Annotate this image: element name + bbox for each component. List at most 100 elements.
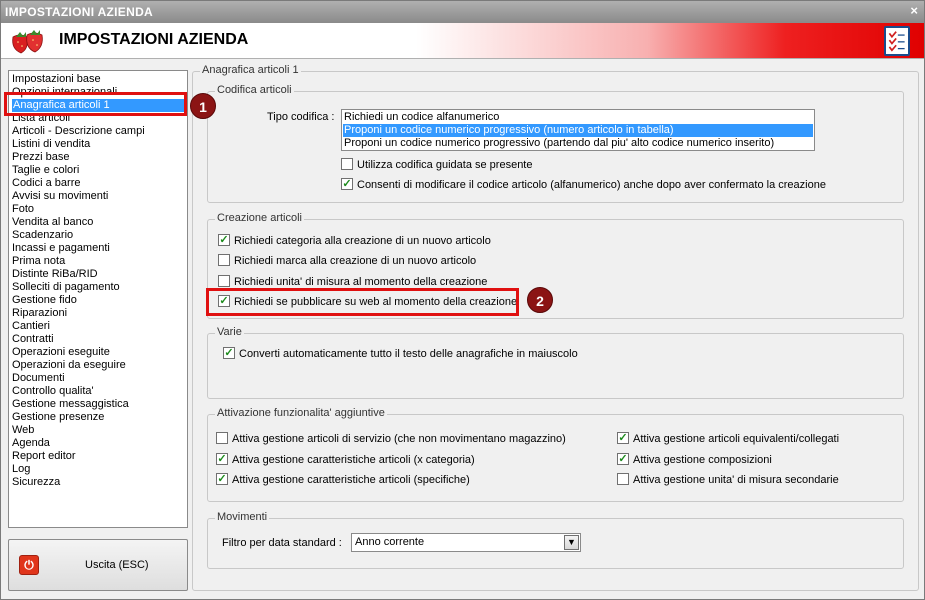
tipo-codifica-option[interactable]: Proponi un codice numerico progressivo (…: [343, 124, 813, 137]
checkbox-label: Converti automaticamente tutto il testo …: [239, 348, 578, 360]
attivazione-legend: Attivazione funzionalita' aggiuntive: [215, 407, 387, 419]
sidebar-item[interactable]: Agenda: [12, 437, 50, 450]
power-icon: ⏻: [19, 555, 39, 575]
sidebar-item[interactable]: Gestione messaggistica: [12, 398, 129, 411]
maiuscolo-checkbox[interactable]: ✓ Converti automaticamente tutto il testo…: [223, 347, 578, 361]
sidebar-item[interactable]: Vendita al banco: [12, 216, 93, 229]
articoli-servizio-checkbox[interactable]: Attiva gestione articoli di servizio (ch…: [216, 432, 566, 446]
checkbox-box[interactable]: [218, 254, 230, 267]
tipo-codifica-option[interactable]: Proponi un codice numerico progressivo (…: [343, 137, 813, 150]
checkbox-label: Richiedi categoria alla creazione di un …: [234, 235, 491, 247]
composizioni-checkbox[interactable]: ✓ Attiva gestione composizioni: [617, 453, 772, 467]
sidebar-item[interactable]: Articoli - Descrizione campi: [12, 125, 145, 138]
sidebar-item[interactable]: Listini di vendita: [12, 138, 90, 151]
sidebar-item[interactable]: Foto: [12, 203, 34, 216]
checkbox-label: Attiva gestione articoli di servizio (ch…: [232, 433, 566, 445]
checkbox-label: Attiva gestione unita' di misura seconda…: [633, 474, 839, 486]
sidebar-item[interactable]: Scadenzario: [12, 229, 73, 242]
creazione-legend: Creazione articoli: [215, 212, 304, 224]
check-icon: ✓: [219, 234, 229, 247]
sidebar-item[interactable]: Solleciti di pagamento: [12, 281, 120, 294]
consenti-modifica-checkbox[interactable]: ✓ Consenti di modificare il codice artico…: [341, 178, 826, 192]
richiedi-unita-checkbox[interactable]: Richiedi unita' di misura al momento del…: [218, 275, 487, 289]
sidebar-item[interactable]: Documenti: [12, 372, 65, 385]
checkbox-box[interactable]: ✓: [216, 453, 228, 466]
check-icon: ✓: [342, 178, 352, 191]
sidebar-item[interactable]: Taglie e colori: [12, 164, 79, 177]
highlight-web-checkbox: [206, 288, 519, 316]
exit-button[interactable]: ⏻ Uscita (ESC): [8, 539, 188, 591]
sidebar-item[interactable]: Codici a barre: [12, 177, 80, 190]
sidebar-item[interactable]: Gestione fido: [12, 294, 77, 307]
annotation-badge-2: 2: [527, 287, 553, 313]
exit-button-label: Uscita (ESC): [85, 559, 149, 571]
sidebar-item[interactable]: Riparazioni: [12, 307, 67, 320]
checkbox-box[interactable]: ✓: [223, 347, 235, 360]
tipo-codifica-label: Tipo codifica :: [267, 111, 335, 123]
caratteristiche-categoria-checkbox[interactable]: ✓ Attiva gestione caratteristiche articol…: [216, 453, 475, 467]
articoli-equivalenti-checkbox[interactable]: ✓ Attiva gestione articoli equivalenti/co…: [617, 432, 839, 446]
checkbox-box[interactable]: ✓: [617, 453, 629, 466]
sidebar-item[interactable]: Operazioni da eseguire: [12, 359, 126, 372]
sidebar-item[interactable]: Sicurezza: [12, 476, 60, 489]
checkbox-label: Attiva gestione articoli equivalenti/col…: [633, 433, 840, 445]
sidebar-item[interactable]: Web: [12, 424, 34, 437]
richiedi-categoria-checkbox[interactable]: ✓ Richiedi categoria alla creazione di un…: [218, 234, 491, 248]
checkbox-box[interactable]: [216, 432, 228, 445]
varie-legend: Varie: [215, 326, 244, 338]
checkbox-label: Attiva gestione composizioni: [633, 454, 772, 466]
checkbox-label: Attiva gestione caratteristiche articoli…: [232, 474, 470, 486]
tipo-codifica-option[interactable]: Richiedi un codice alfanumerico: [343, 111, 813, 124]
close-icon[interactable]: ×: [910, 3, 918, 18]
caratteristiche-specifiche-checkbox[interactable]: ✓ Attiva gestione caratteristiche articol…: [216, 473, 470, 487]
sidebar-item[interactable]: Distinte RiBa/RID: [12, 268, 98, 281]
checkbox-label: Utilizza codifica guidata se presente: [357, 159, 533, 171]
checkbox-box[interactable]: ✓: [218, 234, 230, 247]
filtro-data-value: Anno corrente: [355, 536, 425, 548]
sidebar-item[interactable]: Gestione presenze: [12, 411, 104, 424]
checkbox-box[interactable]: [218, 275, 230, 288]
window-title: IMPOSTAZIONI AZIENDA: [5, 5, 153, 19]
checkbox-box[interactable]: [617, 473, 629, 486]
sidebar-item[interactable]: Avvisi su movimenti: [12, 190, 108, 203]
sidebar-item[interactable]: Controllo qualita': [12, 385, 94, 398]
sidebar-item[interactable]: Report editor: [12, 450, 76, 463]
codifica-guidata-checkbox[interactable]: Utilizza codifica guidata se presente: [341, 158, 532, 172]
checkbox-box[interactable]: [341, 158, 353, 171]
checkbox-box[interactable]: ✓: [216, 473, 228, 486]
checkbox-box[interactable]: ✓: [617, 432, 629, 445]
checkbox-label: Richiedi unita' di misura al momento del…: [234, 276, 488, 288]
checkbox-label: Attiva gestione caratteristiche articoli…: [232, 454, 475, 466]
header-banner: IMPOSTAZIONI AZIENDA: [1, 23, 924, 59]
sidebar-item[interactable]: Prima nota: [12, 255, 65, 268]
sidebar-item[interactable]: Prezzi base: [12, 151, 69, 164]
sidebar-item[interactable]: Cantieri: [12, 320, 50, 333]
check-icon: ✓: [217, 453, 227, 466]
main-panel-title: Anagrafica articoli 1: [200, 64, 301, 76]
filtro-data-label: Filtro per data standard :: [222, 537, 342, 549]
sidebar-item[interactable]: Log: [12, 463, 30, 476]
dropdown-arrow-icon[interactable]: ▼: [564, 535, 579, 550]
check-icon: ✓: [618, 432, 628, 445]
checkbox-label: Consenti di modificare il codice articol…: [357, 179, 826, 191]
check-icon: ✓: [217, 473, 227, 486]
check-icon: ✓: [618, 453, 628, 466]
sidebar-item[interactable]: Impostazioni base: [12, 73, 101, 86]
unita-secondarie-checkbox[interactable]: Attiva gestione unita' di misura seconda…: [617, 473, 839, 487]
movimenti-legend: Movimenti: [215, 511, 270, 523]
tipo-codifica-listbox[interactable]: Richiedi un codice alfanumerico Proponi u…: [341, 109, 815, 151]
sidebar-item[interactable]: Contratti: [12, 333, 54, 346]
check-icon: ✓: [224, 347, 234, 360]
sidebar-item[interactable]: Incassi e pagamenti: [12, 242, 110, 255]
checklist-icon: [884, 26, 910, 56]
checkbox-box[interactable]: ✓: [341, 178, 353, 191]
sidebar-item[interactable]: Operazioni eseguite: [12, 346, 110, 359]
richiedi-marca-checkbox[interactable]: Richiedi marca alla creazione di un nuov…: [218, 254, 476, 268]
filtro-data-combobox[interactable]: Anno corrente ▼: [351, 533, 581, 552]
varie-group: Varie: [207, 326, 904, 399]
highlight-sidebar-selection: [4, 92, 187, 116]
codifica-legend: Codifica articoli: [215, 84, 294, 96]
annotation-badge-1: 1: [190, 93, 216, 119]
checkbox-label: Richiedi marca alla creazione di un nuov…: [234, 255, 477, 267]
sidebar-list[interactable]: Impostazioni base Opzioni internazionali A…: [8, 70, 188, 528]
